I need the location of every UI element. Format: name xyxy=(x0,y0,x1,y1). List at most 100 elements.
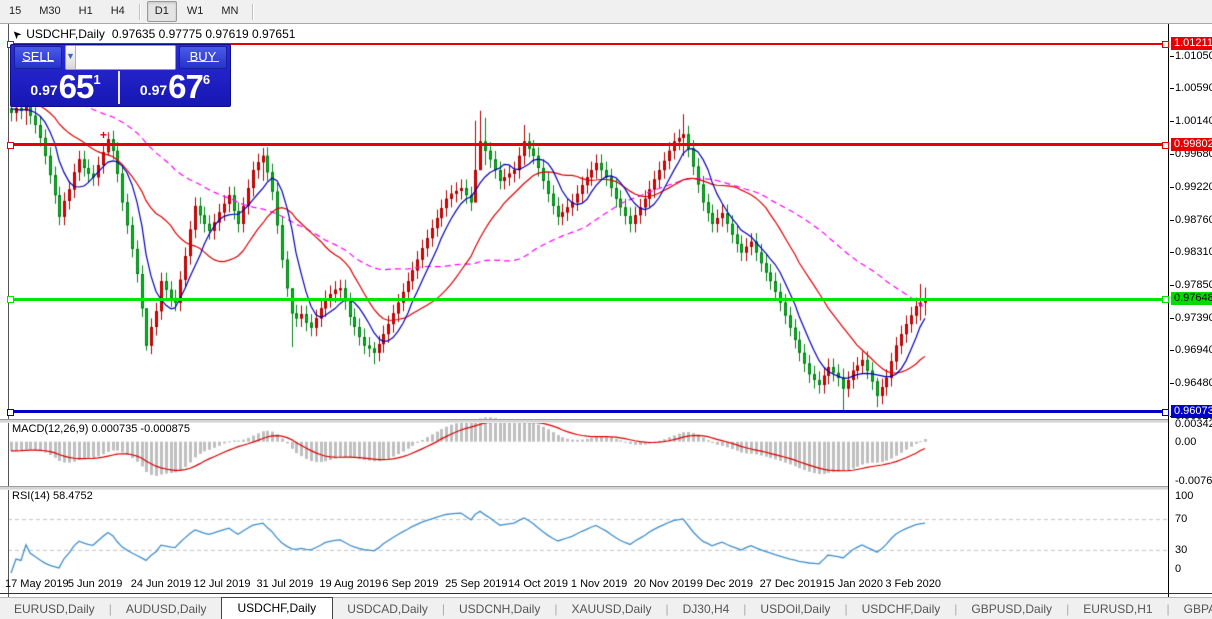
chart-tab-gbpusd-daily[interactable]: GBPUSD,Daily xyxy=(957,599,1066,619)
chart-tab-dj30-h4[interactable]: DJ30,H4 xyxy=(669,599,744,619)
date-axis-label: 1 Nov 2019 xyxy=(570,578,628,590)
chart-tab-usdoil-daily[interactable]: USDOil,Daily xyxy=(746,599,844,619)
sell-button-label: SELL xyxy=(22,49,54,64)
support-line-handle[interactable] xyxy=(1162,408,1169,416)
date-axis-label: 5 Jun 2019 xyxy=(67,578,123,590)
sell-price-display: 0.97 65 1 xyxy=(13,68,120,105)
toolbar-separator xyxy=(138,3,141,20)
price-axis-label: 0.96940 xyxy=(1170,344,1212,356)
macd-axis-label: 0.00 xyxy=(1175,435,1197,448)
chart-window: ➤ USDCHF,Daily 0.97635 0.97775 0.97619 0… xyxy=(0,24,1212,619)
sell-price-prefix: 0.97 xyxy=(30,82,58,98)
price-axis-label: 0.98310 xyxy=(1170,246,1212,258)
one-click-trade-panel: SELL ▼ ▲ BUY 0.97 65 1 0.97 xyxy=(10,44,231,107)
chart-tab-eurusd-h1[interactable]: EURUSD,H1 xyxy=(1069,599,1166,619)
price-axis-label: 1.00590 xyxy=(1170,82,1212,94)
resistance-line-upper-handle[interactable] xyxy=(1162,41,1169,48)
rsi-label: RSI(14) 58.4752 xyxy=(12,490,93,502)
buy-price-pip: 6 xyxy=(202,72,211,87)
chart-title: ➤ USDCHF,Daily 0.97635 0.97775 0.97619 0… xyxy=(9,26,296,42)
resistance-line-handle[interactable] xyxy=(1162,141,1169,149)
date-axis-label: 3 Feb 2020 xyxy=(885,578,941,590)
toolbar-separator xyxy=(252,3,255,20)
bid-price-line-handle[interactable] xyxy=(7,296,14,304)
timeframe-button-15[interactable]: 15 xyxy=(1,1,29,22)
date-axis-label: 9 Dec 2019 xyxy=(696,578,753,590)
chart-symbol: USDCHF,Daily xyxy=(26,27,105,41)
macd-axis-label: 0.003428 xyxy=(1175,418,1212,430)
macd-label: MACD(12,26,9) 0.000735 -0.000875 xyxy=(12,423,190,435)
date-axis-label: 25 Sep 2019 xyxy=(445,578,508,590)
price-axis-label: 1.00140 xyxy=(1170,115,1212,127)
rsi-pane-separator[interactable] xyxy=(0,486,1168,490)
buy-button-label: BUY xyxy=(189,49,217,64)
volume-decrease-button[interactable]: ▼ xyxy=(66,46,76,69)
price-level-badge: 0.96073 xyxy=(1171,404,1212,418)
chart-tab-usdcad-daily[interactable]: USDCAD,Daily xyxy=(333,599,442,619)
timeframe-button-w1[interactable]: W1 xyxy=(179,1,212,22)
chart-tab-usdcnh-daily[interactable]: USDCNH,Daily xyxy=(445,599,554,619)
chart-ohlc: 0.97635 0.97775 0.97619 0.97651 xyxy=(111,27,296,41)
support-line[interactable] xyxy=(8,410,1168,414)
date-axis-label: 19 Aug 2019 xyxy=(319,578,382,590)
date-axis-label: 31 Jul 2019 xyxy=(256,578,314,590)
cross-marker[interactable]: + xyxy=(100,128,107,142)
chart-tab-usdchf-daily[interactable]: USDCHF,Daily xyxy=(848,599,955,619)
chart-tab-gbpaud-h1[interactable]: GBPAUD,H1 xyxy=(1170,599,1212,619)
rsi-axis-label: 0 xyxy=(1175,563,1182,575)
volume-control: ▼ ▲ xyxy=(65,45,176,70)
buy-price-prefix: 0.97 xyxy=(139,82,168,98)
price-axis-label: 0.99220 xyxy=(1170,181,1212,193)
date-axis-label: 17 May 2019 xyxy=(5,578,69,590)
price-axis-label: 0.98760 xyxy=(1170,214,1212,226)
sell-price-big: 65 xyxy=(58,68,95,105)
timeframe-button-d1[interactable]: D1 xyxy=(146,1,177,22)
date-axis-label: 12 Jul 2019 xyxy=(193,578,251,590)
timeframe-button-h1[interactable]: H1 xyxy=(71,1,101,22)
macd-axis-label: -0.007615 xyxy=(1175,475,1212,487)
price-axis-label: 1.01050 xyxy=(1170,50,1212,62)
price-level-badge: 0.97648 xyxy=(1171,292,1212,306)
bid-price-line[interactable] xyxy=(8,297,1168,301)
timeframe-button-h4[interactable]: H4 xyxy=(103,1,133,22)
sell-price-pip: 1 xyxy=(93,72,101,87)
support-line-handle[interactable] xyxy=(7,408,14,416)
price-axis-label: 0.97850 xyxy=(1170,279,1212,291)
timeframe-button-m30[interactable]: M30 xyxy=(31,1,68,22)
resistance-line[interactable] xyxy=(8,143,1168,147)
chart-tab-xauusd-daily[interactable]: XAUUSD,Daily xyxy=(557,599,665,619)
chart-tab-usdchf-daily[interactable]: USDCHF,Daily xyxy=(220,597,334,619)
timeframe-toolbar: 15 M30 H1 H4 D1 W1 MN xyxy=(0,0,1212,24)
chart-tab-eurusd-daily[interactable]: EURUSD,Daily xyxy=(0,599,109,619)
date-axis-label: 27 Dec 2019 xyxy=(759,578,822,590)
date-axis-label: 14 Oct 2019 xyxy=(508,578,568,590)
trade-panel-row: SELL ▼ ▲ BUY xyxy=(11,45,230,70)
price-axis[interactable]: 1.01050 1.00590 1.00140 0.99680 0.99220 0.987… xyxy=(1169,24,1212,599)
resistance-line-handle[interactable] xyxy=(7,141,14,149)
rsi-axis-label: 70 xyxy=(1175,513,1188,526)
mt4-terminal: 15 M30 H1 H4 D1 W1 MN ➤ USDCHF,Daily 0.97635 0… xyxy=(0,0,1212,619)
date-axis-label: 15 Jan 2020 xyxy=(822,578,883,590)
chart-pointer-icon: ➤ xyxy=(9,26,25,42)
plot-area xyxy=(8,24,1169,599)
date-axis-label: 6 Sep 2019 xyxy=(382,578,439,590)
buy-price-big: 67 xyxy=(168,68,204,105)
chart-tab-audusd-daily[interactable]: AUDUSD,Daily xyxy=(112,599,221,619)
sell-button[interactable]: SELL xyxy=(14,46,62,69)
date-axis-label: 20 Nov 2019 xyxy=(633,578,697,590)
volume-input[interactable] xyxy=(75,46,175,69)
buy-button[interactable]: BUY xyxy=(179,46,227,69)
date-axis-label: 24 Jun 2019 xyxy=(130,578,192,590)
price-level-badge: 1.01211 xyxy=(1171,37,1212,50)
timeframe-button-mn[interactable]: MN xyxy=(213,1,246,22)
chart-tab-bar: EURUSD,Daily | AUDUSD,Daily USDCHF,Daily USD… xyxy=(0,597,1212,619)
price-axis-label: 0.97390 xyxy=(1170,312,1212,324)
date-axis[interactable]: 17 May 2019 5 Jun 2019 24 Jun 2019 12 Jul 2… xyxy=(0,576,1212,593)
chart-bottom-border xyxy=(0,593,1212,594)
buy-price-display: 0.97 67 6 xyxy=(122,68,228,105)
rsi-axis-label: 30 xyxy=(1175,543,1188,556)
rsi-axis-label: 100 xyxy=(1175,490,1194,502)
bid-price-line-handle[interactable] xyxy=(1162,296,1169,304)
price-axis-label: 0.96480 xyxy=(1170,377,1212,389)
price-level-badge: 0.99802 xyxy=(1171,137,1212,151)
